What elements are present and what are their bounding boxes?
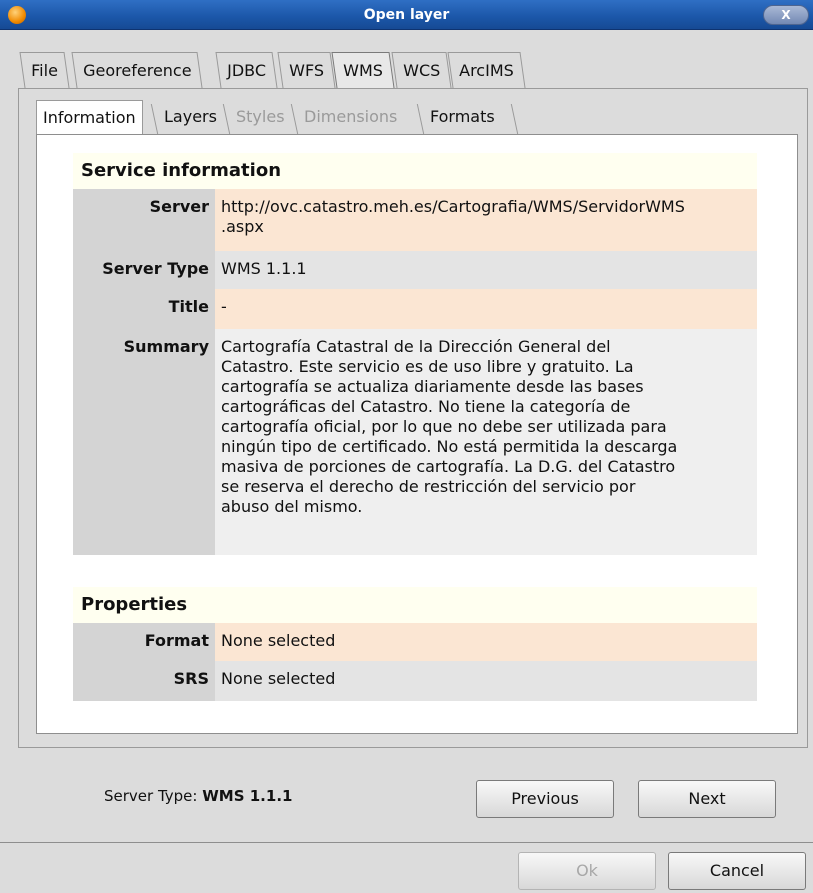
tab-file[interactable]: File bbox=[19, 52, 70, 88]
format-value: None selected bbox=[215, 623, 757, 661]
server-type-footer-value: WMS 1.1.1 bbox=[202, 787, 293, 805]
properties-heading: Properties bbox=[73, 587, 757, 623]
tab-wcs[interactable]: WCS bbox=[391, 52, 452, 88]
title-label: Title bbox=[73, 289, 215, 329]
srs-label: SRS bbox=[73, 661, 215, 701]
title-value: - bbox=[215, 289, 757, 329]
tab-wms[interactable]: WMS bbox=[331, 52, 395, 88]
summary-label: Summary bbox=[73, 329, 215, 555]
server-type-value: WMS 1.1.1 bbox=[215, 251, 757, 289]
subtab-dimensions: Dimensions bbox=[304, 107, 398, 126]
server-row: Server http://ovc.catastro.meh.es/Cartog… bbox=[73, 189, 757, 251]
srs-row: SRS None selected bbox=[73, 661, 757, 701]
summary-value: Cartografía Catastral de la Dirección Ge… bbox=[215, 329, 757, 555]
window-title: Open layer bbox=[363, 7, 450, 23]
subtab-information[interactable]: Information bbox=[36, 100, 143, 134]
next-button[interactable]: Next bbox=[638, 780, 776, 818]
tab-arcims[interactable]: ArcIMS bbox=[447, 52, 526, 88]
server-value: http://ovc.catastro.meh.es/Cartografia/W… bbox=[215, 189, 757, 251]
tab-jdbc[interactable]: JDBC bbox=[215, 52, 278, 88]
title-bar: Open layer X bbox=[0, 0, 813, 30]
server-label: Server bbox=[73, 189, 215, 251]
server-type-label: Server Type bbox=[73, 251, 215, 289]
subtab-formats[interactable]: Formats bbox=[430, 100, 495, 134]
subtab-layers[interactable]: Layers bbox=[164, 100, 217, 134]
srs-value: None selected bbox=[215, 661, 757, 701]
previous-button[interactable]: Previous bbox=[476, 780, 614, 818]
title-row: Title - bbox=[73, 289, 757, 329]
close-button[interactable]: X bbox=[763, 5, 809, 25]
format-row: Format None selected bbox=[73, 623, 757, 661]
service-information-heading: Service information bbox=[73, 153, 757, 189]
server-type-footer: Server Type: WMS 1.1.1 bbox=[104, 787, 293, 805]
subtab-styles: Styles bbox=[236, 107, 285, 126]
footer-divider bbox=[0, 842, 813, 843]
cancel-button[interactable]: Cancel bbox=[668, 852, 806, 890]
tab-georeference[interactable]: Georeference bbox=[71, 52, 203, 88]
information-panel: Service information Server http://ovc.ca… bbox=[36, 134, 798, 734]
tab-wfs[interactable]: WFS bbox=[277, 52, 336, 88]
ok-button: Ok bbox=[518, 852, 656, 890]
server-type-row: Server Type WMS 1.1.1 bbox=[73, 251, 757, 289]
format-label: Format bbox=[73, 623, 215, 661]
summary-row: Summary Cartografía Catastral de la Dire… bbox=[73, 329, 757, 555]
